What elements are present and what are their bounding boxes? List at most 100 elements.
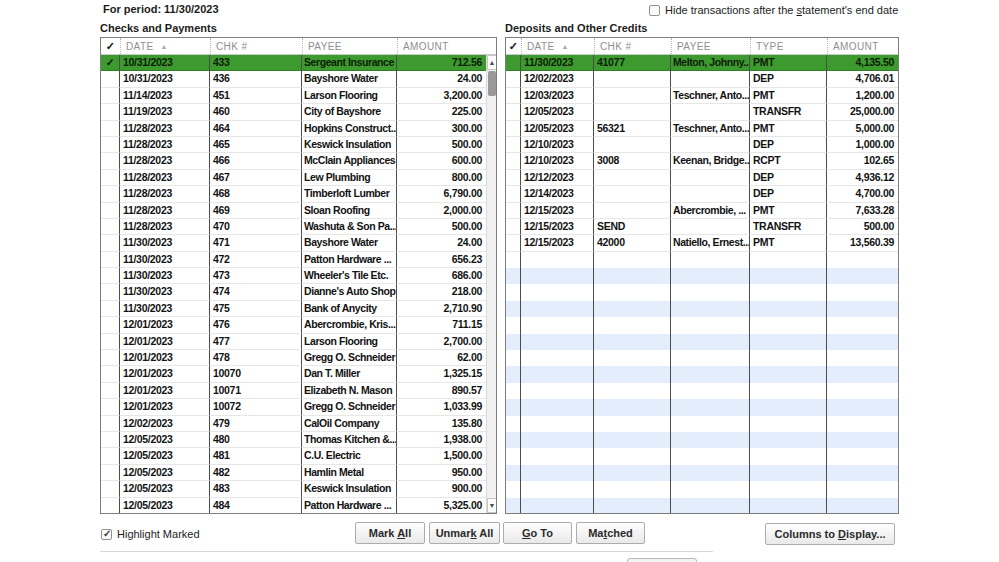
partial-button-bottom[interactable] bbox=[627, 558, 697, 562]
cell-amount: 4,700.00 bbox=[827, 186, 898, 202]
table-row[interactable]: 12/01/202310071Elizabeth N. Mason890.57 bbox=[101, 383, 496, 399]
empty-row bbox=[506, 383, 898, 399]
cell-amount: 1,200.00 bbox=[827, 88, 898, 104]
empty-cell bbox=[750, 498, 827, 514]
cell-chk: 472 bbox=[210, 252, 302, 268]
empty-cell bbox=[750, 399, 827, 415]
table-row[interactable]: 12/15/2023SENDTRANSFR500.00 bbox=[506, 219, 898, 235]
scrollbar-thumb[interactable] bbox=[488, 71, 496, 96]
cell-chk: 475 bbox=[210, 301, 302, 317]
table-row[interactable]: 12/05/2023480Thomas Kitchen &...1,938.00 bbox=[101, 432, 496, 448]
cell-chk bbox=[594, 170, 671, 186]
columns-to-display-button[interactable]: Columns to Display... bbox=[765, 523, 895, 545]
table-row[interactable]: 12/12/2023DEP4,936.12 bbox=[506, 170, 898, 186]
cell-chk: 41077 bbox=[594, 55, 671, 71]
cell-check bbox=[506, 219, 521, 235]
empty-cell bbox=[521, 416, 594, 432]
table-row[interactable]: 11/28/2023468Timberloft Lumber6,790.00 bbox=[101, 186, 496, 202]
hide-transactions-checkbox-box[interactable] bbox=[649, 5, 660, 16]
header-amount[interactable]: AMOUNT bbox=[827, 38, 898, 54]
table-row[interactable]: 11/28/2023466McClain Appliances600.00 bbox=[101, 153, 496, 169]
cell-type: DEP bbox=[750, 137, 827, 153]
header-chk-[interactable]: CHK # bbox=[594, 38, 671, 54]
highlight-marked-checkbox-box[interactable] bbox=[101, 529, 112, 540]
checks-table-header: ✓DATE▲CHK #PAYEEAMOUNT bbox=[101, 38, 496, 55]
header-payee[interactable]: PAYEE bbox=[671, 38, 750, 54]
table-row[interactable]: 11/28/2023464Hopkins Construct...300.00 bbox=[101, 121, 496, 137]
cell-chk: 3008 bbox=[594, 153, 671, 169]
header-check-column[interactable]: ✓ bbox=[506, 38, 521, 54]
header-payee[interactable]: PAYEE bbox=[302, 38, 397, 54]
table-row[interactable]: 11/28/2023465Keswick Insulation500.00 bbox=[101, 137, 496, 153]
table-row[interactable]: 12/05/2023484Patton Hardware ...5,325.00 bbox=[101, 498, 496, 514]
table-row[interactable]: 12/01/2023477Larson Flooring2,700.00 bbox=[101, 334, 496, 350]
header-chk-[interactable]: CHK # bbox=[210, 38, 302, 54]
cell-payee: Patton Hardware ... bbox=[302, 498, 397, 514]
table-row[interactable]: 11/30/2023472Patton Hardware ...656.23 bbox=[101, 252, 496, 268]
empty-cell bbox=[750, 317, 827, 333]
cell-chk: 470 bbox=[210, 219, 302, 235]
table-row[interactable]: 12/15/202342000Natiello, Ernest...PMT13,… bbox=[506, 235, 898, 251]
cell-chk: 433 bbox=[210, 55, 302, 71]
table-row[interactable]: 12/10/2023DEP1,000.00 bbox=[506, 137, 898, 153]
header-type[interactable]: TYPE bbox=[750, 38, 827, 54]
header-date[interactable]: DATE▲ bbox=[120, 38, 210, 54]
period-label: For period: 11/30/2023 bbox=[103, 3, 219, 15]
table-row[interactable]: 12/14/2023DEP4,700.00 bbox=[506, 186, 898, 202]
table-row[interactable]: 12/01/202310072Gregg O. Schneider1,033.9… bbox=[101, 399, 496, 415]
table-row[interactable]: 11/19/2023460City of Bayshore225.00 bbox=[101, 104, 496, 120]
header-check-column[interactable]: ✓ bbox=[101, 38, 120, 54]
table-row[interactable]: 11/30/2023475Bank of Anycity2,710.90 bbox=[101, 301, 496, 317]
checks-scrollbar[interactable]: ▲ ▼ bbox=[486, 55, 496, 513]
cell-date: 12/05/2023 bbox=[521, 121, 594, 137]
empty-cell bbox=[827, 284, 898, 300]
empty-cell bbox=[750, 268, 827, 284]
table-row[interactable]: 11/28/2023469Sloan Roofing2,000.00 bbox=[101, 203, 496, 219]
table-row[interactable]: 12/01/2023478Gregg O. Schneider62.00 bbox=[101, 350, 496, 366]
table-row[interactable]: 11/30/2023473Wheeler's Tile Etc.686.00 bbox=[101, 268, 496, 284]
table-row[interactable]: 11/30/202341077Melton, Johnny...PMT4,135… bbox=[506, 55, 898, 71]
cell-amount: 600.00 bbox=[397, 153, 486, 169]
cell-chk: 469 bbox=[210, 203, 302, 219]
cell-date: 12/10/2023 bbox=[521, 153, 594, 169]
table-row[interactable]: 12/03/2023Teschner, Anto...PMT1,200.00 bbox=[506, 88, 898, 104]
table-row[interactable]: 12/05/2023483Keswick Insulation900.00 bbox=[101, 481, 496, 497]
table-row[interactable]: 11/14/2023451Larson Flooring3,200.00 bbox=[101, 88, 496, 104]
table-row[interactable]: 12/05/2023TRANSFR25,000.00 bbox=[506, 104, 898, 120]
cell-date: 11/30/2023 bbox=[120, 301, 210, 317]
mark-all-button[interactable]: Mark All bbox=[355, 522, 425, 544]
cell-check bbox=[506, 88, 521, 104]
table-row[interactable]: 11/30/2023474Dianne's Auto Shop218.00 bbox=[101, 284, 496, 300]
table-row[interactable]: 12/02/2023479CalOil Company135.80 bbox=[101, 416, 496, 432]
table-row[interactable]: 12/05/2023481C.U. Electric1,500.00 bbox=[101, 448, 496, 464]
table-row[interactable]: 12/01/2023476Abercrombie, Kris...711.15 bbox=[101, 317, 496, 333]
empty-row bbox=[506, 498, 898, 514]
table-row[interactable]: 10/31/2023436Bayshore Water24.00 bbox=[101, 71, 496, 87]
table-row[interactable]: 11/30/2023471Bayshore Water24.00 bbox=[101, 235, 496, 251]
table-row[interactable]: 12/05/2023482Hamlin Metal950.00 bbox=[101, 465, 496, 481]
cell-type: PMT bbox=[750, 55, 827, 71]
hide-transactions-checkbox[interactable]: Hide transactions after the statement's … bbox=[649, 4, 898, 16]
header-amount[interactable]: AMOUNT bbox=[397, 38, 486, 54]
matched-button[interactable]: Matched bbox=[576, 522, 645, 544]
highlight-marked-checkbox[interactable]: Highlight Marked bbox=[101, 528, 200, 540]
cell-amount: 1,000.00 bbox=[827, 137, 898, 153]
scroll-up-icon[interactable]: ▲ bbox=[487, 55, 497, 70]
table-row[interactable]: 12/15/2023Abercrombie, ...PMT7,633.28 bbox=[506, 203, 898, 219]
table-row[interactable]: 11/28/2023470Washuta & Son Pa...500.00 bbox=[101, 219, 496, 235]
scroll-down-icon[interactable]: ▼ bbox=[487, 498, 497, 513]
cell-type: RCPT bbox=[750, 153, 827, 169]
cell-chk: 10072 bbox=[210, 399, 302, 415]
go-to-button[interactable]: Go To bbox=[503, 522, 572, 544]
empty-cell bbox=[671, 301, 750, 317]
header-date[interactable]: DATE▲ bbox=[521, 38, 594, 54]
unmark-all-button[interactable]: Unmark All bbox=[429, 522, 500, 544]
cell-date: 11/28/2023 bbox=[120, 219, 210, 235]
table-row[interactable]: 12/10/20233008Keenan, Bridge...RCPT102.6… bbox=[506, 153, 898, 169]
cell-type: PMT bbox=[750, 203, 827, 219]
table-row[interactable]: ✓10/31/2023433Sergeant Insurance712.56 bbox=[101, 55, 496, 71]
table-row[interactable]: 12/01/202310070Dan T. Miller1,325.15 bbox=[101, 366, 496, 382]
table-row[interactable]: 12/02/2023DEP4,706.01 bbox=[506, 71, 898, 87]
table-row[interactable]: 12/05/202356321Teschner, Anto...PMT5,000… bbox=[506, 121, 898, 137]
table-row[interactable]: 11/28/2023467Lew Plumbing800.00 bbox=[101, 170, 496, 186]
